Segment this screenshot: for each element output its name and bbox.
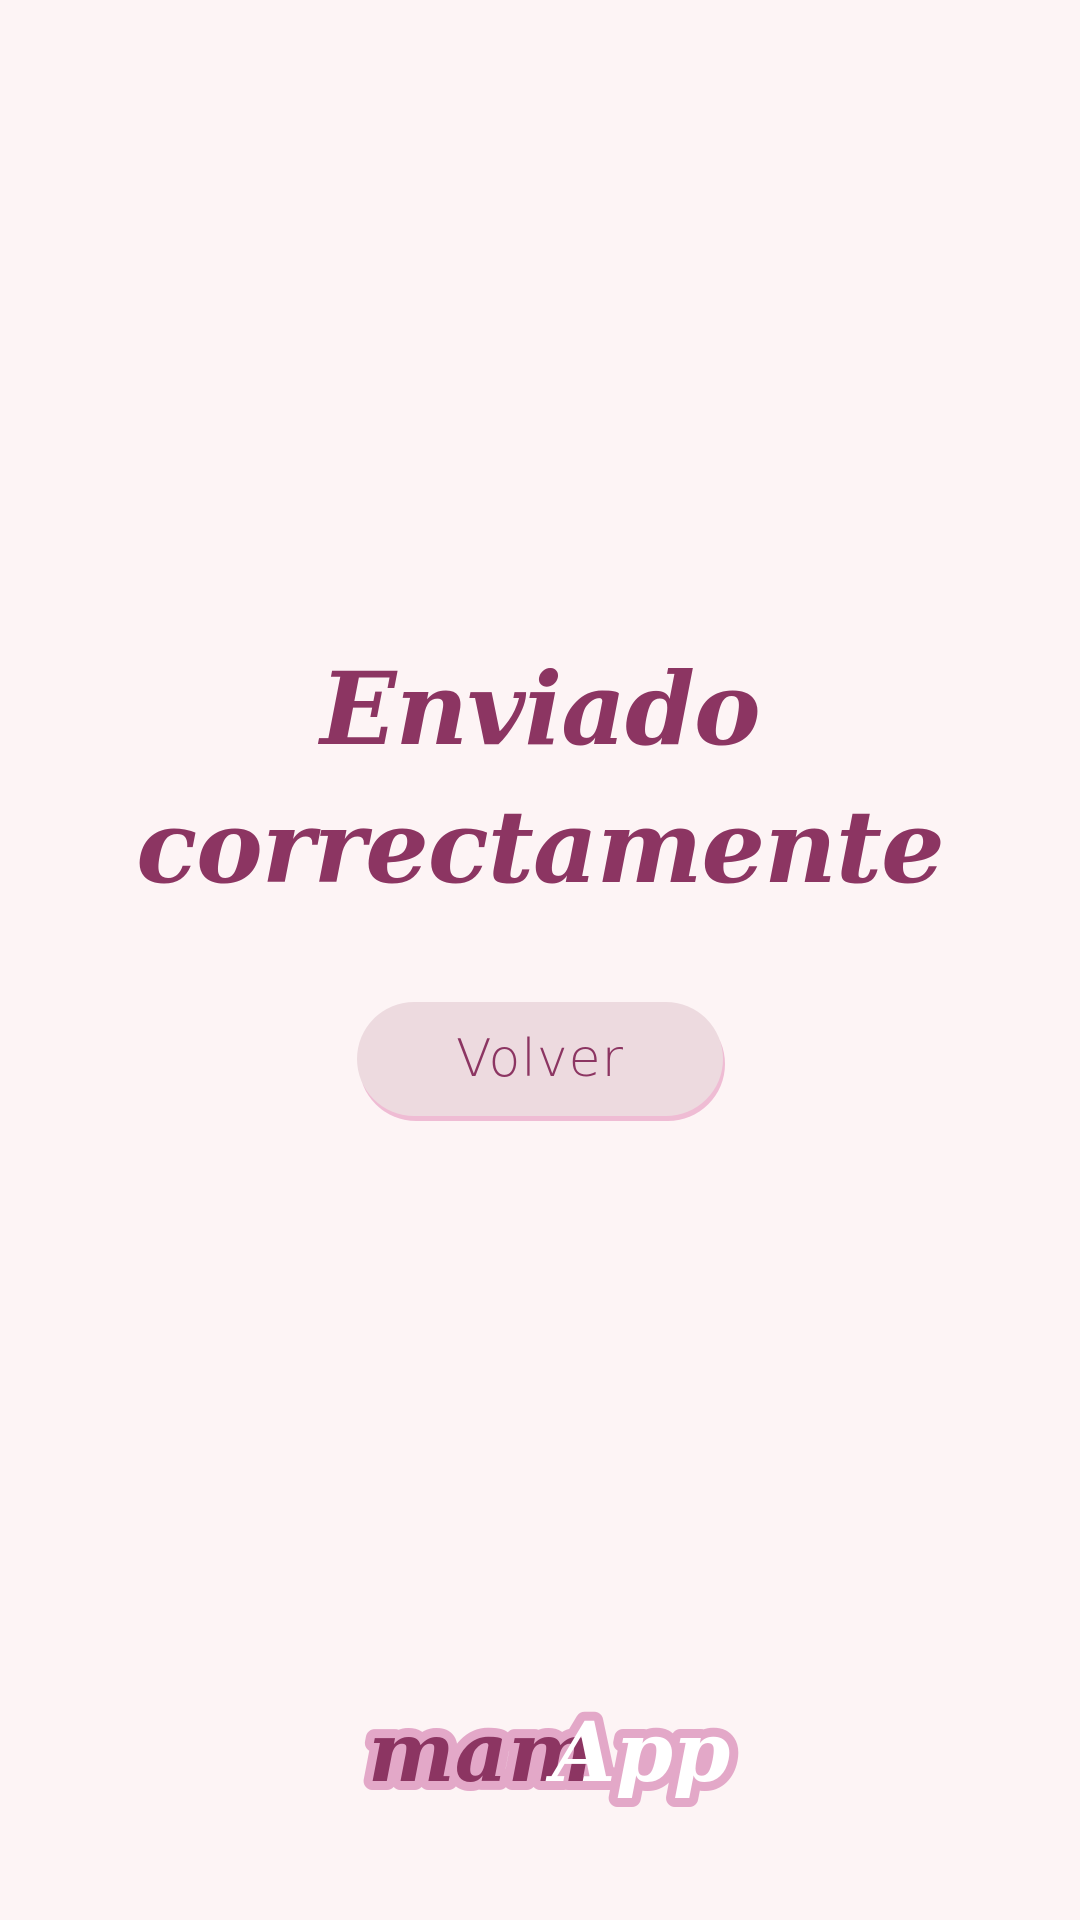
success-message-line-2: correctamente: [136, 788, 944, 906]
success-message: Enviado correctamente: [0, 640, 1080, 916]
success-message-line-1: Enviado: [320, 650, 760, 768]
mamapp-logo: mam App mam App: [360, 1696, 739, 1810]
back-button[interactable]: Volver: [357, 1002, 723, 1116]
back-button-label: Volver: [456, 1029, 624, 1089]
confirmation-screen: Enviado correctamente Volver mam App mam…: [0, 0, 1080, 1920]
logo-part2: App: [545, 1705, 730, 1801]
